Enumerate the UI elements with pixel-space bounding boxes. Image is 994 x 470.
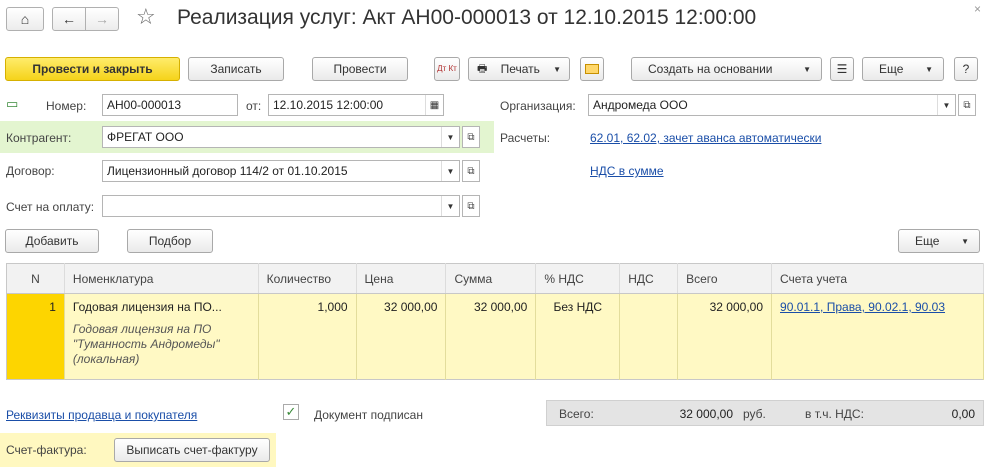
select-button[interactable]: Подбор: [127, 229, 213, 253]
vat-in-sum-link[interactable]: НДС в сумме: [590, 164, 664, 178]
open-contract-button[interactable]: ⧉: [462, 160, 480, 182]
issue-invoice-button[interactable]: Выписать счет-фактуру: [114, 438, 270, 462]
chevron-down-icon[interactable]: ▼: [441, 127, 459, 147]
row-nomenclature-description: Годовая лицензия на ПО "Туманность Андро…: [72, 322, 220, 366]
services-table: N Номенклатура Количество Цена Сумма % Н…: [6, 263, 984, 380]
dtkt-button[interactable]: Дт Кт: [434, 57, 460, 81]
row-nomenclature-cell[interactable]: Годовая лицензия на ПО... Годовая лиценз…: [64, 293, 259, 380]
organization-label: Организация:: [500, 99, 576, 113]
save-button[interactable]: Записать: [188, 57, 284, 81]
posted-status-icon: ▭: [6, 96, 19, 111]
signed-checkbox[interactable]: ✓: [283, 404, 299, 420]
arrow-right-icon: →: [95, 11, 109, 27]
row-sum[interactable]: 32 000,00: [445, 293, 537, 380]
contract-label: Договор:: [6, 164, 55, 178]
row-accounts-cell[interactable]: 90.01.1, Права, 90.02.1, 90.03: [771, 293, 984, 380]
forward-button[interactable]: →: [85, 7, 119, 31]
create-based-on-label: Создать на основании: [648, 62, 773, 76]
add-row-button[interactable]: Добавить: [5, 229, 99, 253]
signed-label: Документ подписан: [314, 408, 423, 422]
row-vat-rate[interactable]: Без НДС: [535, 293, 621, 380]
dtkt-icon: Дт Кт: [437, 64, 457, 73]
window-title: Реализация услуг: Акт АН00-000013 от 12.…: [177, 6, 757, 29]
print-label: Печать: [500, 62, 540, 76]
chevron-down-icon: ▼: [961, 236, 969, 246]
row-quantity[interactable]: 1,000: [258, 293, 357, 380]
contract-field[interactable]: Лицензионный договор 114/2 от 01.10.2015…: [102, 160, 460, 182]
table-more-label: Еще: [915, 234, 940, 248]
organization-field[interactable]: Андромеда ООО ▼: [588, 94, 956, 116]
open-icon: ⧉: [467, 131, 475, 143]
envelope-icon: [585, 64, 599, 74]
row-number: 1: [6, 293, 65, 380]
arrow-left-icon: ←: [62, 11, 76, 27]
col-accounts[interactable]: Счета учета: [771, 263, 984, 294]
open-icon: ⧉: [467, 200, 475, 212]
help-button[interactable]: ?: [954, 57, 978, 81]
col-vat-rate[interactable]: % НДС: [535, 263, 621, 294]
checkmark-icon: ✓: [285, 404, 297, 419]
requisites-link[interactable]: Реквизиты продавца и покупателя: [6, 408, 197, 422]
open-icon: ⧉: [963, 99, 971, 111]
back-button[interactable]: ←: [52, 7, 86, 31]
more-button[interactable]: Еще ▼: [862, 57, 944, 81]
row-accounts-link[interactable]: 90.01.1, Права, 90.02.1, 90.03: [780, 300, 945, 314]
chevron-down-icon: ▼: [925, 64, 933, 74]
col-quantity[interactable]: Количество: [258, 263, 357, 294]
printer-icon: 🖶: [477, 62, 488, 75]
total-label: Всего:: [559, 407, 594, 421]
table-header: N Номенклатура Количество Цена Сумма % Н…: [6, 263, 984, 294]
chevron-down-icon[interactable]: ▼: [441, 161, 459, 181]
row-total[interactable]: 32 000,00: [677, 293, 773, 380]
totals-panel: Всего: 32 000,00 руб. в т.ч. НДС: 0,00: [546, 400, 984, 426]
chevron-down-icon[interactable]: ▼: [441, 196, 459, 216]
row-vat[interactable]: [619, 293, 679, 380]
open-invoice-button[interactable]: ⧉: [462, 195, 480, 217]
vat-total-label: в т.ч. НДС:: [805, 407, 864, 421]
more-label: Еще: [879, 62, 904, 76]
table-more-button[interactable]: Еще ▼: [898, 229, 980, 253]
number-field[interactable]: АН00-000013: [102, 94, 238, 116]
col-sum[interactable]: Сумма: [445, 263, 537, 294]
settlements-link[interactable]: 62.01, 62.02, зачет аванса автоматически: [590, 131, 821, 145]
post-button[interactable]: Провести: [312, 57, 408, 81]
date-field[interactable]: 12.10.2015 12:00:00 ▦: [268, 94, 444, 116]
invoice-label: Счет-фактура:: [6, 443, 87, 457]
open-icon: ⧉: [467, 165, 475, 177]
chevron-down-icon: ▼: [553, 64, 561, 74]
col-vat[interactable]: НДС: [619, 263, 679, 294]
print-button[interactable]: 🖶 Печать ▼: [468, 57, 570, 81]
table-row[interactable]: 1 Годовая лицензия на ПО... Годовая лице…: [6, 293, 984, 380]
chevron-down-icon[interactable]: ▼: [937, 95, 955, 115]
contractor-field[interactable]: ФРЕГАТ ООО ▼: [102, 126, 460, 148]
row-price[interactable]: 32 000,00: [356, 293, 447, 380]
invoice-for-payment-field[interactable]: ▼: [102, 195, 460, 217]
total-value: 32 000,00: [679, 407, 733, 421]
row-nomenclature: Годовая лицензия на ПО...: [72, 300, 222, 314]
open-contractor-button[interactable]: ⧉: [462, 126, 480, 148]
chevron-down-icon: ▼: [803, 64, 811, 74]
open-organization-button[interactable]: ⧉: [958, 94, 976, 116]
close-icon[interactable]: ×: [974, 2, 981, 16]
col-nomenclature[interactable]: Номенклатура: [64, 263, 259, 294]
col-n[interactable]: N: [6, 263, 65, 294]
vat-total-value: 0,00: [951, 407, 975, 421]
email-button[interactable]: [580, 57, 604, 81]
contractor-label: Контрагент:: [6, 131, 72, 145]
calendar-icon[interactable]: ▦: [425, 95, 443, 115]
post-and-close-button[interactable]: Провести и закрыть: [5, 57, 180, 81]
document-list-icon: ☰: [836, 62, 848, 76]
invoice-for-payment-label: Счет на оплату:: [6, 200, 95, 214]
col-price[interactable]: Цена: [356, 263, 447, 294]
col-total[interactable]: Всего: [677, 263, 773, 294]
number-label: Номер:: [46, 99, 87, 113]
settlements-label: Расчеты:: [500, 131, 551, 145]
favorite-star-icon[interactable]: ☆: [136, 4, 156, 30]
date-label: от:: [246, 99, 262, 113]
home-button[interactable]: ⌂: [6, 7, 44, 31]
home-icon: ⌂: [20, 11, 30, 27]
create-based-on-button[interactable]: Создать на основании ▼: [631, 57, 822, 81]
report-structure-button[interactable]: ☰: [830, 57, 854, 81]
currency-label: руб.: [743, 407, 766, 421]
